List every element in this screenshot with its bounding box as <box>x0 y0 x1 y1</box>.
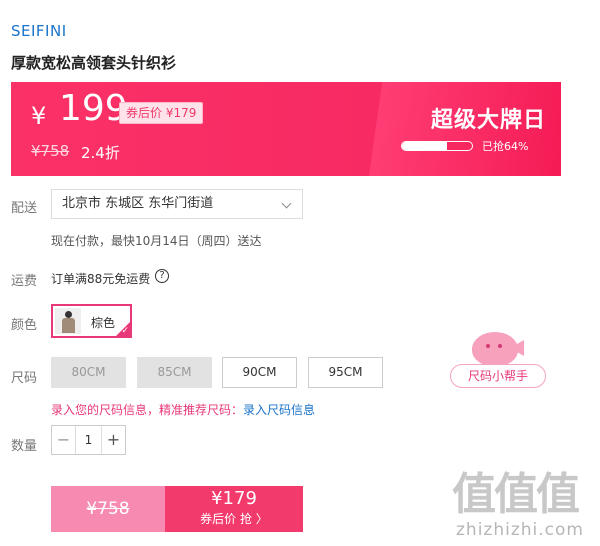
size-option-90cm[interactable]: 90CM <box>222 357 297 388</box>
check-icon: ✓ <box>121 326 129 336</box>
color-thumbnail <box>55 308 81 334</box>
shipping-location-select[interactable]: 北京市 东城区 东华门街道 <box>51 189 303 219</box>
sale-progress-bar <box>401 141 473 151</box>
delivery-note: 现在付款，最快10月14日（周四）送达 <box>51 234 262 248</box>
event-title: 超级大牌日 <box>431 108 547 133</box>
size-option-85cm[interactable]: 85CM <box>137 357 212 388</box>
currency-symbol: ¥ <box>31 102 47 130</box>
size-helper-button[interactable]: 尺码小帮手 <box>450 364 546 388</box>
sale-progress-fill <box>402 142 447 150</box>
watermark: 值值值 zhizhizhi.com <box>452 458 600 546</box>
current-price: 199 <box>59 88 128 129</box>
product-title: 厚款宽松高领套头针织衫 <box>11 54 177 72</box>
chevron-down-icon <box>281 198 292 209</box>
size-tip-text: 录入您的尺码信息，精准推荐尺码： <box>51 403 244 417</box>
color-option-selected[interactable]: 棕色 ✓ <box>51 304 132 338</box>
original-price-button[interactable]: ¥758 <box>51 486 165 532</box>
size-tip: 录入您的尺码信息，精准推荐尺码：录入尺码信息 <box>51 401 315 418</box>
freight-text: 订单满88元免运费 <box>51 272 151 286</box>
watermark-text: zhizhizhi.com <box>456 520 584 540</box>
size-tip-link[interactable]: 录入尺码信息 <box>243 403 315 417</box>
quantity-label: 数量 <box>11 439 38 454</box>
price-banner: ¥ 199 券后价 ¥179 ¥758 2.4折 超级大牌日 已抢64% <box>11 82 561 176</box>
discount-text: 2.4折 <box>81 144 120 162</box>
mascot-icon <box>472 332 518 366</box>
color-option-label: 棕色 <box>91 316 116 330</box>
quantity-plus-button[interactable]: + <box>101 426 125 454</box>
size-option-95cm[interactable]: 95CM <box>308 357 383 388</box>
size-label: 尺码 <box>11 371 38 386</box>
quantity-stepper[interactable]: − 1 + <box>51 425 126 455</box>
buy-button-group: ¥758 ¥179 券后价 抢 〉 <box>51 486 303 532</box>
quantity-value[interactable]: 1 <box>76 426 101 454</box>
quantity-minus-button[interactable]: − <box>52 426 76 454</box>
sale-progress-text: 已抢64% <box>482 140 529 153</box>
original-price: ¥758 <box>31 142 70 160</box>
help-icon[interactable]: ? <box>155 269 169 283</box>
coupon-buy-price: ¥179 <box>211 488 257 509</box>
watermark-logo: 值值值 <box>452 469 580 520</box>
shipping-location-value: 北京市 东城区 东华门街道 <box>62 196 214 211</box>
color-label: 颜色 <box>11 318 38 333</box>
brand-name[interactable]: SEIFINI <box>11 22 67 40</box>
coupon-price-badge: 券后价 ¥179 <box>119 102 204 124</box>
size-option-80cm[interactable]: 80CM <box>51 357 126 388</box>
coupon-buy-action: 券后价 抢 〉 <box>200 512 268 526</box>
shipping-label: 配送 <box>11 201 38 216</box>
freight-label: 运费 <box>11 274 38 289</box>
coupon-buy-button[interactable]: ¥179 券后价 抢 〉 <box>165 486 303 532</box>
size-helper[interactable]: 尺码小帮手 <box>450 330 550 392</box>
